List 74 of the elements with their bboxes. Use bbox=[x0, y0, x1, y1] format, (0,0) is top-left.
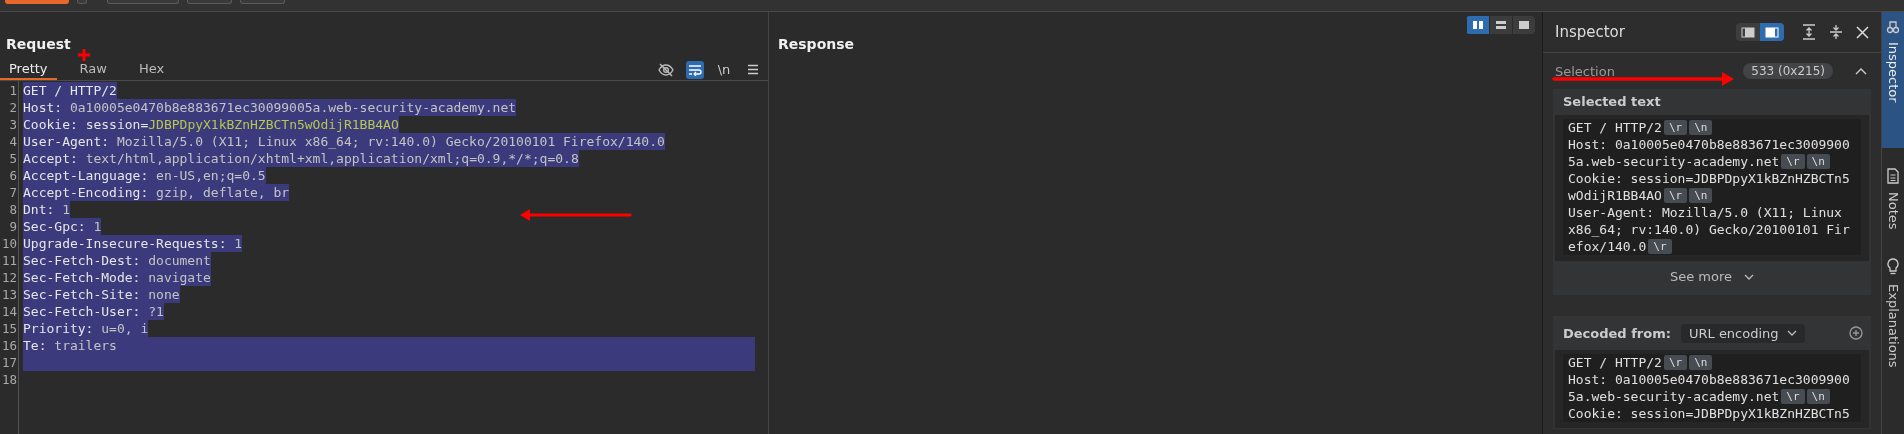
code-line: wOdijR1BB4AO bbox=[1568, 188, 1662, 203]
line-number: 6 bbox=[8, 167, 18, 184]
code-line: x86_64; rv:140.0) Gecko/20100101 Fir bbox=[1568, 222, 1850, 237]
tab[interactable]: Raw bbox=[70, 59, 116, 80]
line-number: 4 bbox=[8, 133, 18, 150]
line-number: 10 bbox=[0, 235, 18, 252]
see-more-button[interactable]: See more bbox=[1669, 269, 1755, 284]
side-tab-background[interactable]: Explanations bbox=[1882, 249, 1904, 376]
code-line: efox/140.0 bbox=[1568, 239, 1647, 254]
chevron-down-icon bbox=[1744, 273, 1755, 280]
caret-up-icon[interactable] bbox=[1855, 67, 1867, 75]
line-number: 16 bbox=[0, 337, 18, 354]
escape-tag: \n bbox=[1689, 355, 1713, 370]
chevron-down-icon bbox=[1786, 330, 1797, 336]
escape-tag: \r bbox=[1781, 154, 1805, 169]
line-number: 13 bbox=[0, 286, 18, 303]
line-number: 12 bbox=[0, 269, 18, 286]
escape-tag: \n bbox=[1689, 120, 1713, 135]
line-number: 14 bbox=[0, 303, 18, 320]
code-line: Cookie: session=JDBPDpyX1kBZnHZBCTn5 bbox=[1568, 171, 1850, 186]
section-label: Selection bbox=[1555, 63, 1616, 79]
code-line: Host: 0a10005e0470b8e883671ec3009900 bbox=[1568, 372, 1850, 387]
wrap-icon[interactable] bbox=[686, 60, 704, 79]
code-line: 5a.web-security-academy.net bbox=[1568, 154, 1780, 169]
encoding-dropdown[interactable]: URL encoding bbox=[1680, 323, 1805, 343]
panel-title: Request bbox=[5, 35, 71, 53]
expand-icon[interactable] bbox=[1802, 24, 1816, 40]
line-number: 15 bbox=[0, 320, 18, 337]
line-number: 8 bbox=[8, 201, 18, 218]
line-number: 17 bbox=[0, 354, 18, 371]
add-icon[interactable] bbox=[1849, 326, 1863, 340]
escape-tag: \n bbox=[1806, 154, 1830, 169]
newline-button[interactable]: \n bbox=[715, 60, 733, 79]
columns-layout-icon[interactable] bbox=[1466, 16, 1489, 34]
escape-tag: \r bbox=[1663, 355, 1688, 370]
count-badge: 533 (0x215) bbox=[1743, 63, 1833, 79]
card-title: Decoded from: bbox=[1563, 325, 1671, 341]
card-title: Selected text bbox=[1562, 93, 1661, 111]
right-panel-icon[interactable] bbox=[1760, 23, 1784, 41]
code-line: Host: 0a10005e0470b8e883671ec3009900 bbox=[1568, 137, 1850, 152]
line-number: 1 bbox=[8, 82, 18, 99]
cross-mark bbox=[78, 49, 90, 61]
panel-title: Response bbox=[777, 36, 855, 53]
side-tab-label: Inspector bbox=[1885, 42, 1901, 103]
code-line: User-Agent: Mozilla/5.0 (X11; Linux bbox=[1568, 205, 1842, 220]
line-number: 2 bbox=[8, 99, 18, 116]
line-number: 7 bbox=[8, 184, 18, 201]
close-icon[interactable] bbox=[1856, 25, 1869, 39]
document-icon bbox=[1886, 168, 1900, 184]
code-line: GET / HTTP/2 bbox=[1568, 355, 1662, 370]
code-line: GET / HTTP/2 bbox=[1568, 120, 1662, 135]
escape-tag: \r bbox=[1663, 120, 1688, 135]
inspector-title: Inspector bbox=[1555, 23, 1625, 41]
escape-tag: \r bbox=[1781, 389, 1805, 404]
tab[interactable]: Hex bbox=[129, 59, 174, 80]
code-line: 5a.web-security-academy.net bbox=[1568, 389, 1780, 404]
lightbulb-icon bbox=[1886, 257, 1900, 276]
side-tab-background[interactable]: Notes bbox=[1882, 160, 1904, 238]
escape-tag: \r bbox=[1648, 239, 1672, 254]
code-line: Cookie: session=JDBPDpyX1kBZnHZBCTn5 bbox=[1568, 406, 1850, 421]
line-number: 5 bbox=[8, 150, 18, 167]
glasses-icon bbox=[1886, 20, 1900, 34]
side-tab-label: Explanations bbox=[1885, 283, 1901, 368]
escape-tag: \n bbox=[1806, 389, 1830, 404]
escape-tag: \r bbox=[1663, 188, 1688, 203]
side-tab-label: Notes bbox=[1885, 192, 1901, 230]
line-number: 3 bbox=[8, 116, 18, 133]
line-number: 11 bbox=[0, 252, 18, 269]
tab[interactable]: Pretty bbox=[0, 59, 57, 80]
line-number: 9 bbox=[8, 218, 18, 235]
line-number: 18 bbox=[0, 371, 18, 388]
collapse-icon[interactable] bbox=[1829, 24, 1843, 40]
escape-tag: \n bbox=[1689, 188, 1713, 203]
side-tab-background[interactable]: Inspector bbox=[1882, 12, 1904, 148]
